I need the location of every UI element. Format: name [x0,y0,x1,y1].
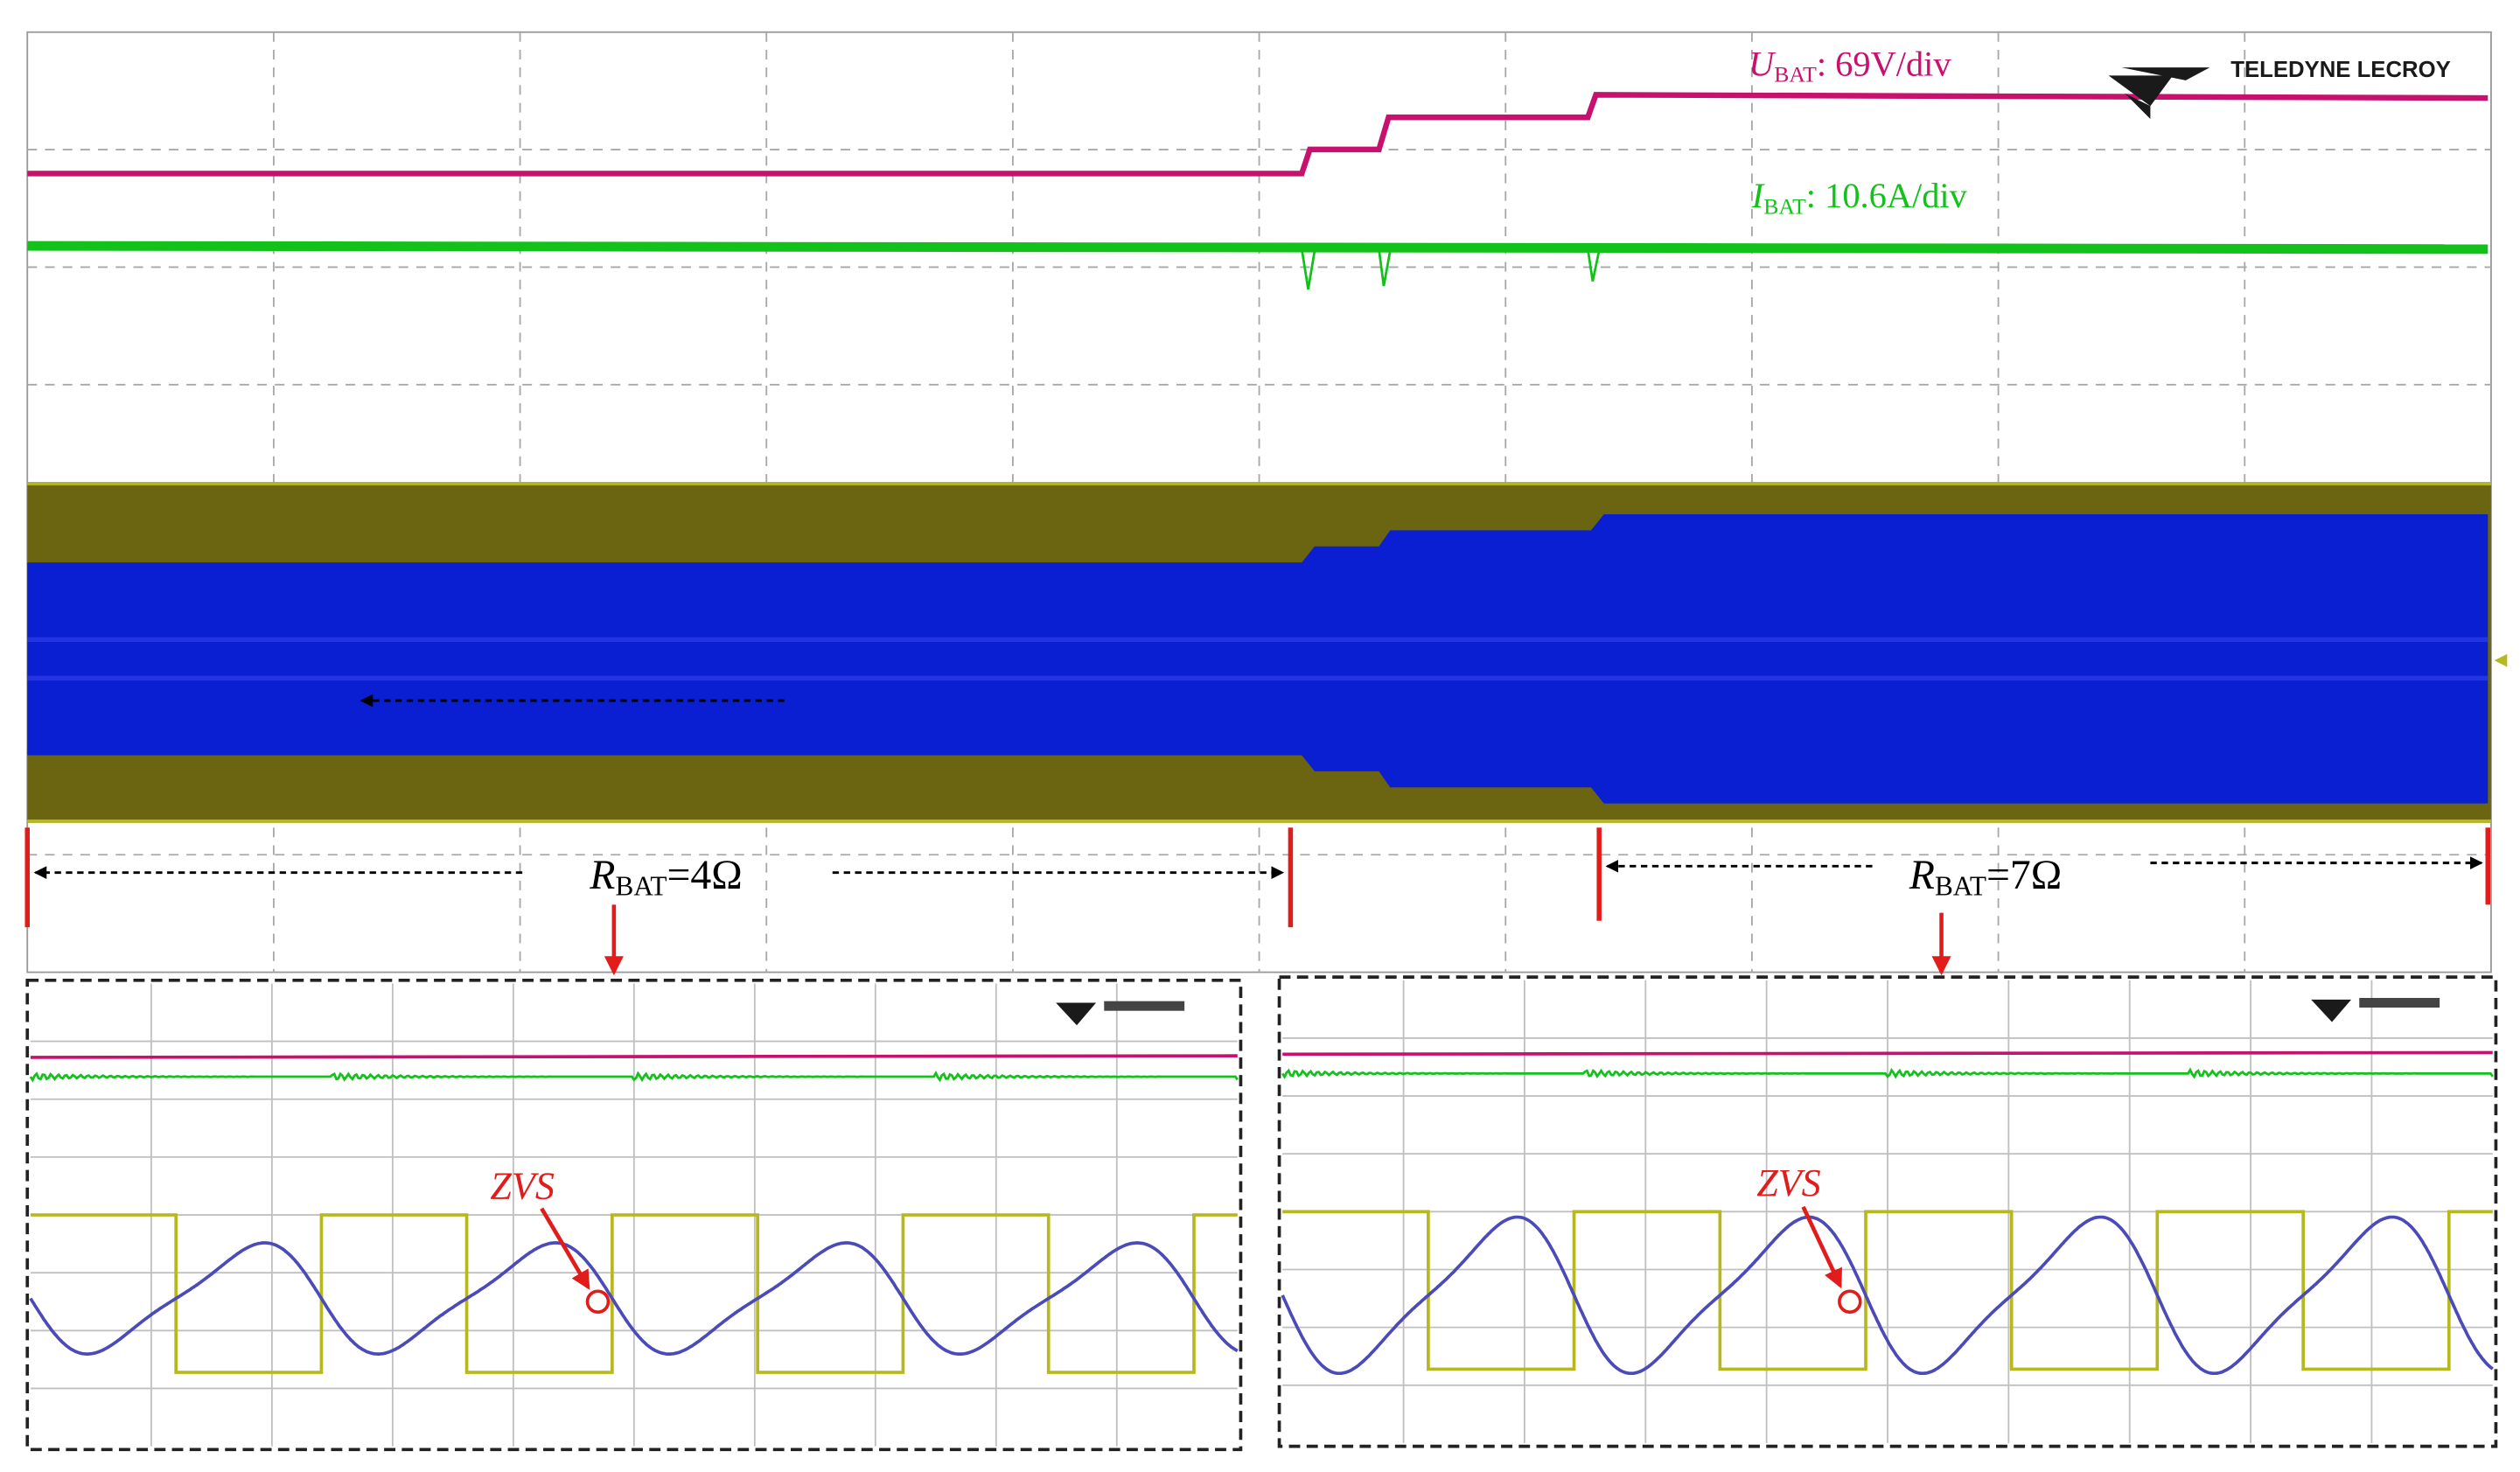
u-bat-label-rest: : 69V/div [1817,44,1952,83]
zoom-logo-text-icon [2359,997,2440,1008]
r7-label-sub: BAT [1935,870,1986,901]
r4-label-main: R [589,852,615,898]
i-bat-label-sub: BAT [1763,193,1806,219]
r7-label-main: R [1909,852,1935,898]
r4-label-sub: BAT [616,870,667,901]
oscilloscope-figure: TELEDYNE LECROY UBAT: 69V/div IBAT: 10.6… [24,31,2508,1452]
i-bat-label-rest: : 10.6A/div [1806,176,1968,215]
zoom-u-bat-trace [1282,1050,2493,1057]
u-bat-label-main: U [1749,44,1777,83]
trigger-marker-icon [2494,653,2508,667]
r4-label-rest: =4Ω [667,852,742,898]
zoom-panel-r4 [25,978,1243,1452]
r7-label-rest: =7Ω [1986,852,2062,898]
zoom-u-bat-trace [30,1054,1238,1059]
zoom-panel-r7 [1277,975,2498,1448]
logo-text: TELEDYNE LECROY [2230,58,2451,82]
u-bat-label-sub: BAT [1774,62,1817,87]
zvs-label-right: ZVS [1756,1162,1820,1204]
main-scope-panel: TELEDYNE LECROY UBAT: 69V/div IBAT: 10.6… [26,31,2508,973]
i-bat-trace [27,241,2489,255]
zvs-label-left: ZVS [490,1165,554,1208]
zoom-logo-text-icon [1104,1001,1185,1011]
